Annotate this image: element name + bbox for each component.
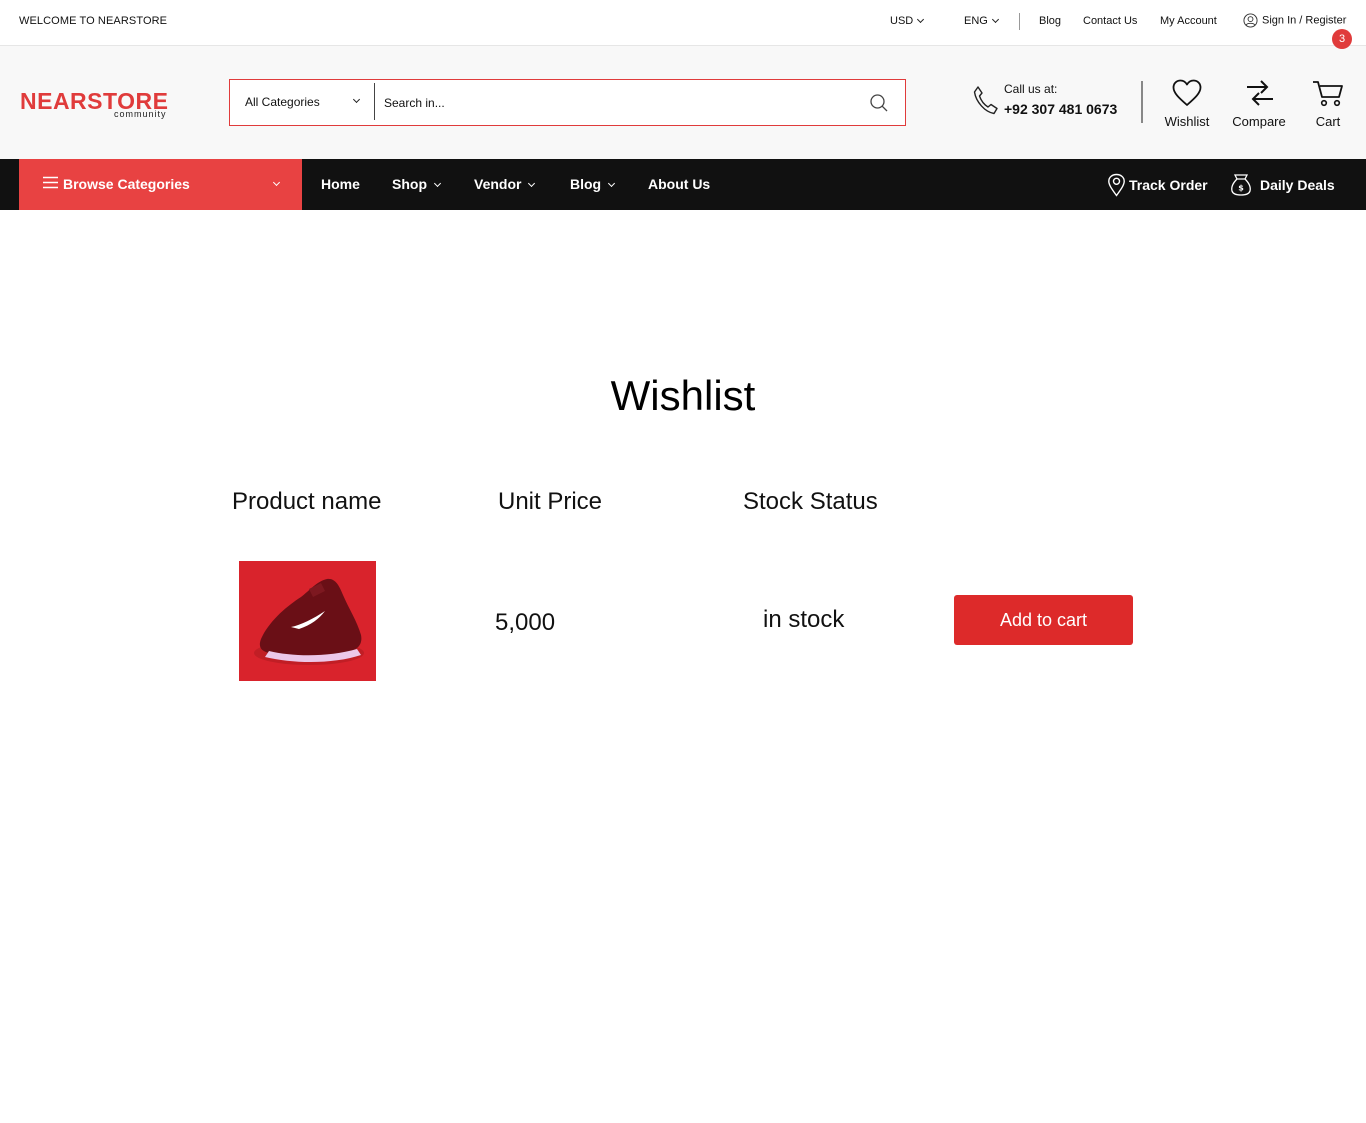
language-select[interactable]: ENG: [964, 15, 999, 27]
cart-count-badge: 3: [1332, 29, 1352, 49]
header-divider: [1141, 81, 1143, 123]
svg-text:$: $: [1238, 184, 1244, 193]
signin-link[interactable]: Sign In / Register: [1243, 13, 1346, 28]
product-price: 5,000: [495, 609, 556, 636]
phone-icon: [973, 86, 998, 115]
currency-select[interactable]: USD: [890, 15, 925, 27]
nav-item-home[interactable]: Home: [321, 176, 360, 192]
topbar-link-blog[interactable]: Blog: [1039, 15, 1061, 27]
add-to-cart-button[interactable]: Add to cart: [954, 595, 1133, 645]
stock-status: in stock: [763, 606, 845, 633]
topbar-divider: [1019, 13, 1020, 30]
wishlist-label: Wishlist: [1164, 114, 1210, 129]
column-header-product: Product name: [232, 488, 382, 515]
money-bag-icon: $: [1231, 174, 1251, 196]
user-icon: [1243, 13, 1258, 28]
wishlist-button[interactable]: Wishlist: [1162, 78, 1212, 129]
cart-button[interactable]: Cart: [1312, 78, 1344, 129]
chevron-down-icon: [433, 179, 442, 188]
nav-item-blog[interactable]: Blog: [570, 176, 616, 192]
cart-icon: [1313, 81, 1343, 107]
nav-item-about[interactable]: About Us: [648, 176, 710, 192]
header: NEARSTORE community All Categories Call …: [0, 46, 1366, 159]
chevron-down-icon: [608, 179, 616, 188]
map-pin-icon: [1108, 173, 1125, 197]
product-image[interactable]: [239, 561, 376, 681]
call-label: Call us at:: [1004, 82, 1058, 96]
menu-icon: [43, 176, 58, 189]
heart-icon: [1172, 79, 1202, 106]
main-nav: Browse Categories Home Shop Vendor Blog …: [0, 159, 1366, 210]
chevron-down-icon: [272, 178, 281, 187]
column-header-price: Unit Price: [498, 488, 603, 515]
call-number[interactable]: +92 307 481 0673: [1004, 101, 1117, 117]
chevron-down-icon: [991, 15, 999, 24]
compare-arrows-icon: [1247, 80, 1273, 106]
nav-item-vendor[interactable]: Vendor: [474, 176, 536, 192]
search-divider: [374, 83, 375, 120]
search-input[interactable]: [380, 86, 850, 119]
top-bar: WELCOME TO NEARSTORE USD ENG Blog Contac…: [0, 0, 1366, 46]
search-bar: All Categories: [229, 79, 906, 126]
chevron-down-icon: [528, 179, 536, 188]
daily-deals-link[interactable]: $ Daily Deals: [1229, 173, 1335, 197]
site-logo[interactable]: NEARSTORE community: [20, 89, 169, 119]
cart-label: Cart: [1315, 114, 1341, 129]
logo-subtext: community: [113, 109, 167, 119]
search-icon[interactable]: [868, 92, 890, 114]
page-title: Wishlist: [610, 372, 756, 419]
sneaker-image: [239, 561, 376, 681]
chevron-down-icon: [917, 15, 925, 24]
search-category-select[interactable]: All Categories: [230, 80, 374, 125]
compare-button[interactable]: Compare: [1230, 78, 1288, 129]
topbar-link-account[interactable]: My Account: [1160, 15, 1217, 27]
browse-categories-label: Browse Categories: [63, 176, 190, 192]
column-header-stock: Stock Status: [743, 488, 878, 515]
chevron-down-icon: [352, 95, 361, 104]
track-order-link[interactable]: Track Order: [1107, 173, 1208, 197]
welcome-text: WELCOME TO NEARSTORE: [19, 15, 168, 27]
compare-label: Compare: [1232, 114, 1286, 129]
topbar-link-contact[interactable]: Contact Us: [1083, 15, 1137, 27]
browse-categories-button[interactable]: Browse Categories: [19, 159, 302, 210]
nav-item-shop[interactable]: Shop: [392, 176, 442, 192]
